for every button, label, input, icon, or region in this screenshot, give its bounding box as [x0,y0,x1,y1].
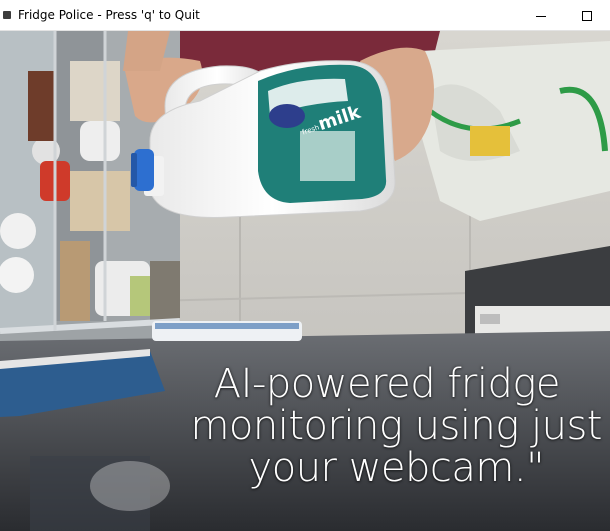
window-title: Fridge Police - Press 'q' to Quit [18,8,200,22]
webcam-feed: milk fresh AI-powered fridge monitoring … [0,31,610,531]
caption-overlay: AI-powered fridge monitoring using just … [168,363,608,489]
caption-line-3: your webcam." [248,445,545,491]
title-bar[interactable]: Fridge Police - Press 'q' to Quit [0,0,610,31]
caption-line-1: AI-powered fridge [213,361,561,407]
maximize-icon [582,10,592,21]
minimize-button[interactable] [518,0,564,31]
maximize-button[interactable] [564,0,610,31]
minimize-icon [536,15,546,17]
app-icon [3,11,11,19]
app-window: Fridge Police - Press 'q' to Quit milk f… [0,0,610,531]
window-controls [518,0,610,31]
grocery-bag [420,41,610,221]
caption-line-2: monitoring using just [190,403,602,449]
